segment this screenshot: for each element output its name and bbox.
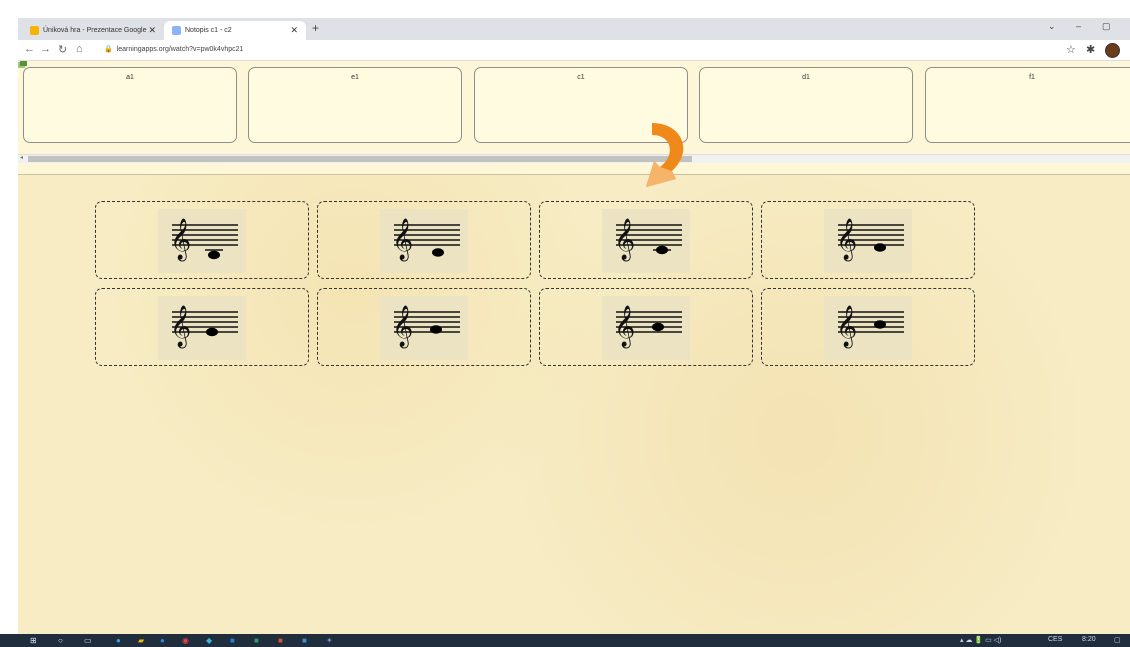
learningapps-area: a1 e1 c1 d1 f1 ◂ 𝄞 𝄞 𝄞 𝄞 𝄞 𝄞 𝄞 𝄞 bbox=[18, 61, 1130, 634]
search-icon[interactable]: ○ bbox=[58, 636, 63, 645]
url-text: learningapps.org/watch?v=pw0k4vhpc21 bbox=[116, 46, 244, 53]
target-box-f1[interactable]: f1 bbox=[925, 67, 1130, 143]
chrome-icon[interactable]: ◉ bbox=[182, 636, 189, 645]
app-icon[interactable]: ● bbox=[160, 636, 165, 645]
minimize-icon[interactable]: – bbox=[1076, 21, 1081, 31]
clock[interactable]: 8:20 bbox=[1082, 636, 1096, 643]
target-label: a1 bbox=[126, 74, 134, 81]
staff-image: 𝄞 bbox=[602, 296, 690, 360]
treble-clef-icon: 𝄞 bbox=[170, 218, 191, 261]
reload-icon[interactable]: ↻ bbox=[58, 43, 67, 56]
treble-staff: 𝄞 bbox=[836, 218, 904, 261]
treble-staff: 𝄞 bbox=[836, 305, 904, 348]
tab-search-icon[interactable]: ⌄ bbox=[1048, 21, 1056, 32]
curved-arrow-icon bbox=[646, 123, 684, 187]
app-icon[interactable]: ◆ bbox=[206, 636, 212, 645]
edge-icon[interactable]: ● bbox=[116, 636, 121, 645]
treble-staff: 𝄞 bbox=[614, 305, 682, 348]
note-head bbox=[652, 322, 664, 332]
note-head bbox=[874, 243, 886, 252]
target-label: e1 bbox=[351, 74, 359, 81]
address-bar: ← → ↻ ⌂ 🔒 learningapps.org/watch?v=pw0k4v… bbox=[18, 40, 1130, 61]
close-tab-icon[interactable]: ✕ bbox=[148, 25, 156, 36]
staff-image: 𝄞 bbox=[158, 296, 246, 360]
note-card-f1[interactable]: 𝄞 bbox=[761, 201, 975, 279]
note-card-c2[interactable]: 𝄞 bbox=[761, 288, 975, 366]
staff-image: 𝄞 bbox=[824, 209, 912, 273]
note-head bbox=[874, 320, 886, 329]
note-card-h1[interactable]: 𝄞 bbox=[539, 288, 753, 366]
learningapps-icon bbox=[172, 26, 181, 35]
extensions-icon[interactable]: ✱ bbox=[1086, 43, 1095, 56]
language-indicator[interactable]: CES bbox=[1048, 636, 1062, 643]
note-head bbox=[206, 327, 218, 337]
scrollbar-thumb[interactable] bbox=[28, 156, 692, 162]
staff-image: 𝄞 bbox=[380, 296, 468, 360]
treble-clef-icon: 𝄞 bbox=[614, 305, 635, 348]
lock-icon: 🔒 bbox=[104, 46, 113, 53]
profile-avatar[interactable] bbox=[1105, 43, 1120, 58]
tab-slides[interactable]: Úniková hra - Prezentace Google ✕ bbox=[22, 21, 164, 40]
word-icon[interactable]: ■ bbox=[230, 636, 235, 645]
excel-icon[interactable]: ■ bbox=[254, 636, 259, 645]
system-tray-icons[interactable]: ▴ ☁ 🔋 ▭ ◁) bbox=[960, 636, 1001, 644]
note-head bbox=[430, 325, 442, 334]
tab-label: Notopis c1 - c2 bbox=[185, 27, 232, 34]
windows-taskbar: ⊞ ○ ▭ ● ▰ ● ◉ ◆ ■ ■ ■ ■ ✦ ▴ ☁ 🔋 ▭ ◁) CES… bbox=[0, 634, 1130, 647]
browser-window: Úniková hra - Prezentace Google ✕ Notopi… bbox=[18, 18, 1130, 634]
home-icon[interactable]: ⌂ bbox=[76, 43, 83, 55]
tab-label: Úniková hra - Prezentace Google bbox=[43, 27, 147, 34]
file-explorer-icon[interactable]: ▰ bbox=[138, 636, 144, 645]
treble-staff: 𝄞 bbox=[614, 218, 682, 261]
teams-icon[interactable]: ✦ bbox=[326, 636, 333, 645]
treble-clef-icon: 𝄞 bbox=[392, 218, 413, 261]
treble-staff: 𝄞 bbox=[170, 218, 238, 261]
target-label: d1 bbox=[802, 74, 810, 81]
treble-staff: 𝄞 bbox=[392, 218, 460, 261]
powerpoint-icon[interactable]: ■ bbox=[278, 636, 283, 645]
target-box-a1[interactable]: a1 bbox=[23, 67, 237, 143]
note-card-d1[interactable]: 𝄞 bbox=[317, 201, 531, 279]
treble-clef-icon: 𝄞 bbox=[836, 218, 857, 261]
staff-image: 𝄞 bbox=[602, 209, 690, 273]
close-tab-icon[interactable]: ✕ bbox=[290, 25, 298, 36]
staff-image: 𝄞 bbox=[380, 209, 468, 273]
treble-staff: 𝄞 bbox=[170, 305, 238, 348]
target-box-d1[interactable]: d1 bbox=[699, 67, 913, 143]
tab-strip: Úniková hra - Prezentace Google ✕ Notopi… bbox=[18, 18, 1130, 40]
treble-clef-icon: 𝄞 bbox=[392, 305, 413, 348]
note-head bbox=[656, 245, 668, 255]
target-label: c1 bbox=[577, 74, 585, 81]
forward-icon[interactable]: → bbox=[40, 43, 51, 55]
treble-clef-icon: 𝄞 bbox=[836, 305, 857, 348]
horizontal-scrollbar[interactable]: ◂ bbox=[18, 154, 1130, 163]
notifications-icon[interactable]: ▢ bbox=[1114, 636, 1121, 644]
target-box-e1[interactable]: e1 bbox=[248, 67, 462, 143]
treble-clef-icon: 𝄞 bbox=[614, 218, 635, 261]
staff-image: 𝄞 bbox=[824, 296, 912, 360]
back-icon[interactable]: ← bbox=[24, 43, 35, 55]
note-card-c1[interactable]: 𝄞 bbox=[95, 201, 309, 279]
restore-icon[interactable]: ▢ bbox=[1102, 21, 1111, 32]
note-head bbox=[432, 248, 444, 257]
windows-start-icon[interactable]: ⊞ bbox=[30, 636, 37, 645]
slides-icon bbox=[30, 26, 39, 35]
target-zone: a1 e1 c1 d1 f1 ◂ bbox=[18, 61, 1130, 175]
treble-clef-icon: 𝄞 bbox=[170, 305, 191, 348]
tab-learningapps[interactable]: Notopis c1 - c2 ✕ bbox=[164, 21, 306, 40]
scroll-left-icon[interactable]: ◂ bbox=[20, 154, 23, 161]
outlook-icon[interactable]: ■ bbox=[302, 636, 307, 645]
note-card-e1[interactable]: 𝄞 bbox=[539, 201, 753, 279]
new-tab-icon[interactable]: + bbox=[312, 21, 319, 35]
task-view-icon[interactable]: ▭ bbox=[84, 636, 92, 645]
note-card-a1[interactable]: 𝄞 bbox=[317, 288, 531, 366]
note-head bbox=[208, 250, 220, 260]
note-card-g1[interactable]: 𝄞 bbox=[95, 288, 309, 366]
treble-staff: 𝄞 bbox=[392, 305, 460, 348]
bookmark-star-icon[interactable]: ☆ bbox=[1066, 43, 1076, 56]
target-label: f1 bbox=[1029, 74, 1035, 81]
staff-image: 𝄞 bbox=[158, 209, 246, 273]
url-field[interactable]: 🔒 learningapps.org/watch?v=pw0k4vhpc21 bbox=[104, 45, 243, 53]
